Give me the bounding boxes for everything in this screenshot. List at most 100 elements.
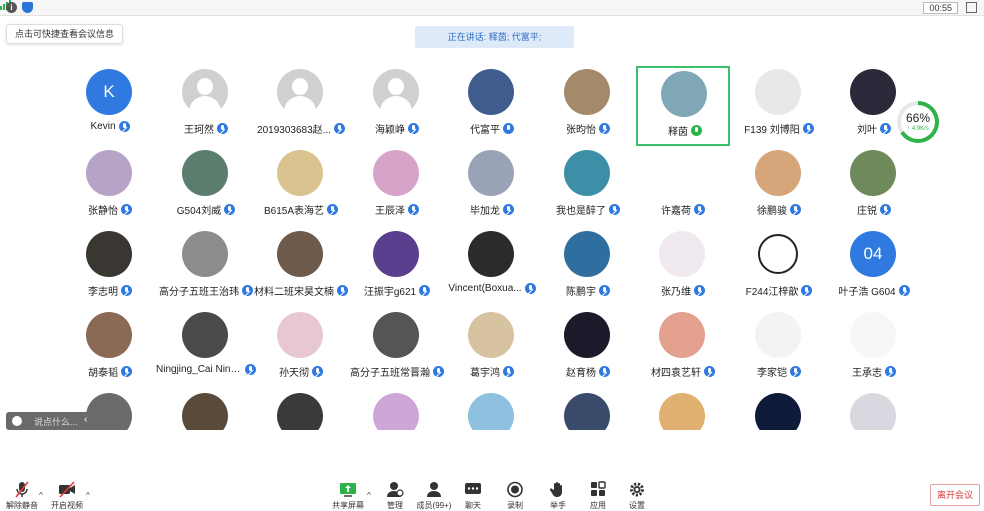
avatar xyxy=(564,69,610,115)
participant-tile[interactable]: 赵育杨 xyxy=(541,309,635,389)
mute-button[interactable]: 解除静音 xyxy=(2,481,42,511)
participant-name: 王承志 xyxy=(852,368,882,379)
participant-name: 张乃维 xyxy=(661,287,691,298)
mic-muted-icon xyxy=(694,285,705,296)
participant-tile[interactable]: 李家铠 xyxy=(732,309,826,389)
participant-tile[interactable]: 王珂然 xyxy=(159,66,253,146)
chevron-up-icon[interactable]: ^ xyxy=(39,491,43,500)
participant-tile[interactable]: 张乃维 xyxy=(636,228,730,308)
participant-tile[interactable] xyxy=(732,390,826,430)
mic-icon xyxy=(503,123,514,134)
mic-muted-icon xyxy=(503,204,514,215)
video-button[interactable]: 开启视频 xyxy=(47,481,87,511)
raise-hand-button[interactable]: 举手 xyxy=(538,481,578,511)
participant-tile[interactable]: K Kevin xyxy=(63,66,157,146)
chat-button[interactable]: 聊天 xyxy=(453,481,493,511)
participant-tile[interactable]: 胡泰韬 xyxy=(63,309,157,389)
chevron-up-icon[interactable]: ^ xyxy=(367,491,371,500)
participant-tile[interactable]: B615A表海艺 xyxy=(254,147,348,227)
participant-name: Kevin xyxy=(90,121,116,132)
participant-tile[interactable]: 汪振宇g621 xyxy=(350,228,444,308)
chat-label: 聊天 xyxy=(465,501,481,510)
participant-tile[interactable]: 毕加龙 xyxy=(445,147,539,227)
network-status-widget[interactable]: 66% ↑ 4.9K/s xyxy=(897,101,939,143)
fullscreen-icon[interactable] xyxy=(966,2,977,13)
participant-tile[interactable]: G504刘威 xyxy=(159,147,253,227)
avatar xyxy=(373,150,419,196)
participant-tile[interactable] xyxy=(159,390,253,430)
participant-tile[interactable] xyxy=(541,390,635,430)
mic-muted-icon xyxy=(503,366,514,377)
chevron-left-icon[interactable]: ‹ xyxy=(84,414,87,425)
avatar xyxy=(277,312,323,358)
microphone-muted-icon xyxy=(15,481,29,498)
record-button[interactable]: 录制 xyxy=(495,481,535,511)
settings-button[interactable]: 设置 xyxy=(617,481,657,511)
apps-button[interactable]: 应用 xyxy=(578,481,618,511)
chevron-up-icon[interactable]: ^ xyxy=(86,491,90,500)
participant-tile[interactable]: 李志明 xyxy=(63,228,157,308)
emoji-icon[interactable] xyxy=(12,416,22,426)
participant-tile[interactable]: Vincent(Boxua... xyxy=(445,228,539,308)
members-button[interactable]: 成员(99+) xyxy=(414,481,454,511)
mic-muted-icon xyxy=(704,366,715,377)
participant-tile[interactable]: 张昀怡 xyxy=(541,66,635,146)
avatar xyxy=(277,231,323,277)
user-gear-icon xyxy=(387,482,404,497)
participant-tile[interactable]: F139 刘博阳 xyxy=(732,66,826,146)
participant-tile[interactable]: 许嘉荷 xyxy=(636,147,730,227)
participant-name: 王辰泽 xyxy=(375,206,405,217)
participant-tile[interactable]: 高分子五班常晋瀚 xyxy=(350,309,444,389)
mic-muted-icon xyxy=(885,366,896,377)
participant-tile[interactable] xyxy=(827,390,921,430)
leave-meeting-button[interactable]: 离开会议 xyxy=(930,484,980,506)
participant-tile[interactable]: 我也是醉了 xyxy=(541,147,635,227)
participant-tile[interactable] xyxy=(350,390,444,430)
mic-muted-icon xyxy=(790,204,801,215)
participant-tile[interactable]: 王辰泽 xyxy=(350,147,444,227)
participant-tile[interactable]: 陈鹏宇 xyxy=(541,228,635,308)
participant-tile[interactable]: 海颖峥 xyxy=(350,66,444,146)
participant-tile[interactable]: 代富平 xyxy=(445,66,539,146)
mic-muted-icon xyxy=(599,285,610,296)
mic-muted-icon xyxy=(609,204,620,215)
participant-tile[interactable]: 2019303683赵... xyxy=(254,66,348,146)
participant-tile[interactable]: 徐鹏骏 xyxy=(732,147,826,227)
avatar xyxy=(564,312,610,358)
hand-icon xyxy=(549,482,562,497)
window-title-bar: i 00:55 xyxy=(0,0,984,16)
mic-muted-icon xyxy=(524,283,536,294)
participant-tile[interactable]: 孙天彻 xyxy=(254,309,348,389)
participant-tile[interactable] xyxy=(254,390,348,430)
mic-muted-icon xyxy=(801,285,813,296)
record-icon xyxy=(507,481,523,498)
participant-tile[interactable]: 张静怡 xyxy=(63,147,157,227)
mute-label: 解除静音 xyxy=(6,501,38,510)
participant-tile[interactable]: 庄锐 xyxy=(827,147,921,227)
participant-tile[interactable]: 04 叶子浩 G604 xyxy=(827,228,921,308)
participant-tile[interactable]: 王承志 xyxy=(827,309,921,389)
mic-muted-icon xyxy=(408,204,419,215)
participant-tile[interactable]: 释茵 xyxy=(636,66,730,146)
mic-muted-icon xyxy=(880,204,891,215)
participant-name: F244江梓歆 xyxy=(745,287,799,298)
meeting-info-tooltip[interactable]: 点击可快捷查看会议信息 xyxy=(6,24,124,44)
participant-tile[interactable]: 高分子五班王治玮 xyxy=(159,228,253,308)
participant-tile[interactable]: 材料二班宋昊文楠 xyxy=(254,228,348,308)
participant-tile[interactable]: 葛宇鸿 xyxy=(445,309,539,389)
participant-tile[interactable] xyxy=(636,390,730,430)
mic-muted-icon xyxy=(599,366,610,377)
avatar xyxy=(468,69,514,115)
info-icon[interactable]: i xyxy=(6,2,17,13)
signal-icon[interactable] xyxy=(0,0,984,10)
chat-input[interactable]: 说点什么... ‹ xyxy=(6,412,96,430)
participant-tile[interactable] xyxy=(445,390,539,430)
participant-tile[interactable]: Ningjing_Cai Ningji... xyxy=(156,309,256,389)
manage-button[interactable]: 管理 xyxy=(375,481,415,511)
avatar xyxy=(659,150,705,196)
mic-muted-icon xyxy=(121,204,132,215)
shield-icon[interactable] xyxy=(22,2,33,13)
share-screen-button[interactable]: 共享屏幕 xyxy=(328,481,368,511)
participant-tile[interactable]: 材四袁艺轩 xyxy=(636,309,730,389)
participant-tile[interactable]: F244江梓歆 xyxy=(732,228,826,308)
